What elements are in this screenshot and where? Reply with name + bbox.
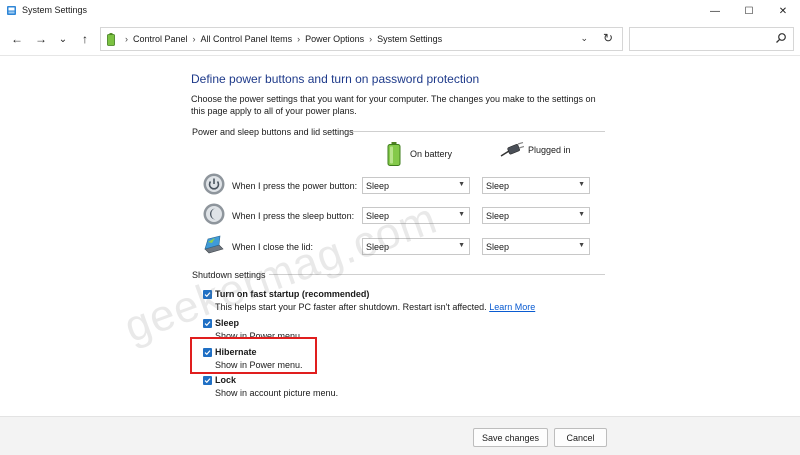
breadcrumb-separator: › (369, 34, 373, 44)
chevron-down-icon: ▼ (578, 242, 585, 249)
chevron-down-icon: ▼ (458, 211, 465, 218)
up-button[interactable]: ↑ (76, 30, 94, 48)
forward-button[interactable]: → (32, 30, 50, 48)
column-label-battery: On battery (410, 149, 453, 159)
breadcrumb-control-panel[interactable]: Control Panel (133, 34, 188, 44)
cancel-button[interactable]: Cancel (554, 428, 607, 447)
window-title: System Settings (22, 5, 88, 15)
close-button[interactable]: ✕ (766, 0, 800, 22)
column-label-plugged: Plugged in (528, 145, 571, 155)
select-value: Sleep (486, 180, 510, 191)
search-icon (776, 33, 786, 43)
lock-checkbox[interactable] (203, 376, 212, 385)
title-bar: System Settings — ☐ ✕ (0, 0, 800, 22)
save-changes-button[interactable]: Save changes (473, 428, 548, 447)
chevron-down-icon: ▼ (458, 181, 465, 188)
group-divider (351, 131, 605, 132)
breadcrumb-all-items[interactable]: All Control Panel Items (201, 34, 293, 44)
column-plugged-in: Plugged in (500, 142, 571, 158)
learn-more-link[interactable]: Learn More (489, 302, 535, 312)
breadcrumb-power-options[interactable]: Power Options (305, 34, 364, 44)
sleep-button-icon (203, 203, 225, 225)
power-group-label: Power and sleep buttons and lid settings (192, 127, 354, 137)
select-value: Sleep (486, 210, 510, 221)
breadcrumb-separator: › (125, 34, 128, 44)
breadcrumb-separator: › (297, 34, 301, 44)
select-value: Sleep (486, 241, 510, 252)
search-input[interactable] (629, 27, 794, 51)
main-content: Define power buttons and turn on passwor… (0, 56, 800, 455)
breadcrumb-separator: › (192, 34, 196, 44)
minimize-button[interactable]: — (698, 0, 732, 22)
page-description: Choose the power settings that you want … (191, 94, 596, 116)
page-title: Define power buttons and turn on passwor… (191, 72, 480, 86)
control-panel-icon (7, 6, 16, 15)
checkmark-icon (204, 378, 211, 384)
address-field[interactable]: › Control Panel › All Control Panel Item… (100, 27, 623, 51)
breadcrumb-system-settings[interactable]: System Settings (377, 34, 442, 44)
recent-locations-button[interactable]: ⌄ (54, 30, 72, 48)
battery-icon (387, 142, 401, 166)
battery-location-icon (107, 32, 115, 46)
power-button-label: When I press the power button: (232, 181, 358, 191)
column-on-battery: On battery (387, 142, 452, 166)
chevron-down-icon: ▼ (578, 181, 585, 188)
power-button-plugged-select[interactable]: Sleep ▼ (482, 177, 590, 194)
footer-bar: Save changes Cancel (0, 416, 800, 455)
power-button-icon (203, 173, 225, 195)
sleep-button-plugged-select[interactable]: Sleep ▼ (482, 207, 590, 224)
power-button-battery-select[interactable]: Sleep ▼ (362, 177, 470, 194)
hibernate-highlight-box (190, 337, 317, 374)
lock-title[interactable]: Lock (215, 375, 236, 385)
chevron-down-icon: ▼ (578, 211, 585, 218)
refresh-button[interactable]: ↻ (603, 31, 613, 45)
laptop-lid-icon (204, 235, 224, 254)
power-plug-icon (500, 142, 524, 157)
address-dropdown-button[interactable]: ⌄ (580, 33, 588, 44)
back-button[interactable]: ← (8, 30, 26, 48)
maximize-button[interactable]: ☐ (732, 0, 766, 22)
chevron-down-icon: ▼ (458, 242, 465, 249)
lid-close-plugged-select[interactable]: Sleep ▼ (482, 238, 590, 255)
sleep-button-label: When I press the sleep button: (232, 211, 355, 221)
select-value: Sleep (366, 180, 390, 191)
address-bar: ← → ⌄ ↑ › Control Panel › All Control Pa… (0, 22, 800, 56)
lock-desc: Show in account picture menu. (215, 388, 339, 398)
